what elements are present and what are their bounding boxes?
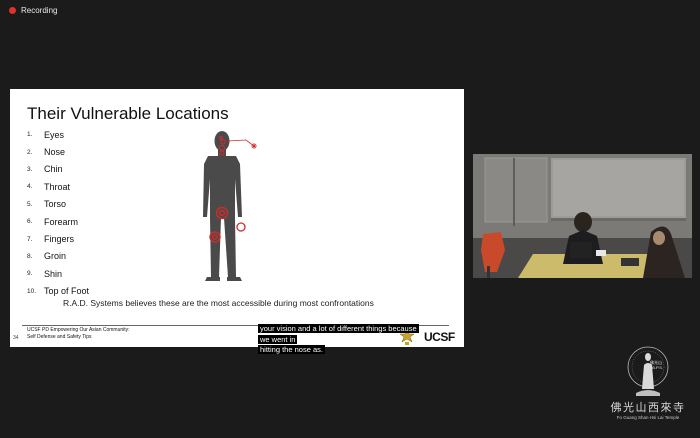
list-item-number: 2. xyxy=(27,148,33,156)
list-item: 8. Groin xyxy=(27,248,89,265)
list-item-label: Top of Foot xyxy=(44,286,90,297)
list-item-number: 7. xyxy=(27,235,33,243)
fingers-target-icon xyxy=(236,222,246,232)
list-item: 3. Chin xyxy=(27,161,89,178)
list-item-label: Forearm xyxy=(44,216,79,227)
list-item-number: 8. xyxy=(27,252,33,260)
list-item-number: 6. xyxy=(27,218,33,226)
caption-line: your vision and a lot of different thing… xyxy=(258,324,419,333)
watermark-en-name: Fo Guang Shan Hsi Lai Temple xyxy=(616,415,680,420)
list-item: 5. Torso xyxy=(27,196,89,213)
list-item: 9. Shin xyxy=(27,265,89,282)
caption-line: we went in xyxy=(258,334,298,344)
footer-line: Self Defense and Safety Tips xyxy=(27,334,92,340)
list-item: 1. Eyes xyxy=(27,126,89,143)
body-silhouette-figure xyxy=(203,131,257,281)
list-item-number: 3. xyxy=(27,165,33,173)
caption-line: hitting the nose as. xyxy=(258,345,325,354)
silhouette-body xyxy=(203,131,242,281)
slide-page-number: 34 xyxy=(13,335,19,341)
temple-watermark: 佛光山 I.B.P.S. 佛光山西來寺 Fo Guang Shan Hsi La… xyxy=(602,343,694,425)
list-item-label: Shin xyxy=(44,268,63,279)
participant-video[interactable] xyxy=(473,154,692,278)
watermark-small-label: 佛光山 I.B.P.S. xyxy=(650,360,670,370)
recording-label: Recording xyxy=(21,6,58,15)
vulnerable-locations-list: 1. Eyes 2. Nose 3. Chin 4. Throat 5. Torso 6.… xyxy=(27,126,89,300)
buddha-emblem-icon xyxy=(627,346,669,396)
list-item: 7. Fingers xyxy=(27,230,89,247)
slide-footer: UCSF PD Empowering Our Asian Community: … xyxy=(27,327,130,341)
list-item-label: Eyes xyxy=(44,129,65,140)
recording-dot-icon xyxy=(9,7,16,14)
list-item-label: Fingers xyxy=(44,234,75,245)
list-item-label: Torso xyxy=(44,199,67,210)
slide-statement: R.A.D. Systems believes these are the mo… xyxy=(63,298,374,308)
list-item-label: Chin xyxy=(44,164,63,175)
burst-icon xyxy=(251,143,257,149)
list-item-label: Nose xyxy=(44,147,66,158)
list-item-number: 1. xyxy=(27,131,33,139)
list-item-number: 10. xyxy=(27,287,37,295)
pointer-line xyxy=(227,139,255,147)
list-item-label: Groin xyxy=(44,251,67,262)
footer-line: UCSF PD Empowering Our Asian Community: xyxy=(27,327,130,333)
list-item: 2. Nose xyxy=(27,143,89,160)
live-caption: your vision and a lot of different thing… xyxy=(258,324,440,356)
recording-indicator: Recording xyxy=(9,6,57,15)
shared-slide: Their Vulnerable Locations 1. Eyes 2. Nose… xyxy=(10,89,464,347)
list-item: 4. Throat xyxy=(27,178,89,195)
list-item: 6. Forearm xyxy=(27,213,89,230)
watermark-small-code: I.B.P.S. xyxy=(650,365,664,370)
list-item-number: 9. xyxy=(27,270,33,278)
watermark-cn-name: 佛光山西來寺 xyxy=(610,401,686,414)
slide-title: Their Vulnerable Locations xyxy=(27,104,229,123)
list-item-label: Throat xyxy=(44,181,71,192)
list-item-number: 4. xyxy=(27,183,33,191)
list-item-number: 5. xyxy=(27,200,33,208)
video-scene xyxy=(473,154,692,278)
